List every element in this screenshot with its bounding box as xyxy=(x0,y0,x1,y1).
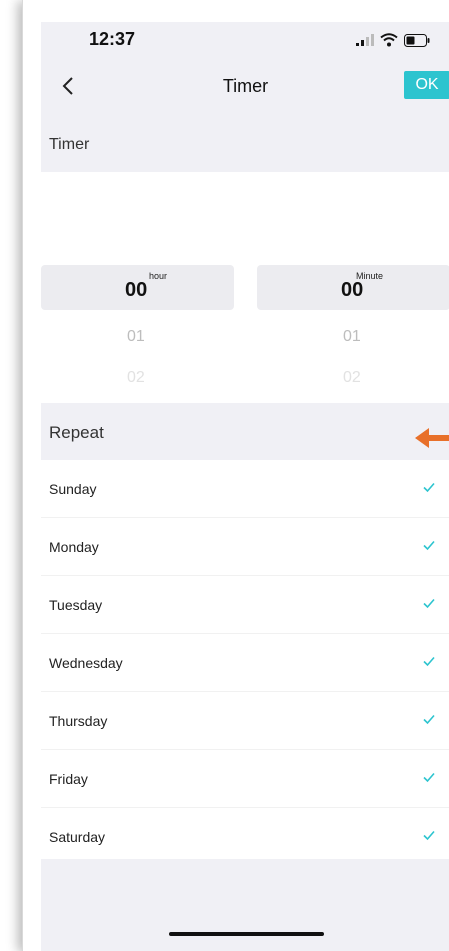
day-label: Sunday xyxy=(49,481,97,497)
day-row-monday[interactable]: Monday xyxy=(41,518,449,576)
hour-option-next[interactable]: 01 xyxy=(127,328,145,346)
phone-frame: 12:37 Timer OK Timer 00 hour 01 02 00 Mi… xyxy=(22,0,449,951)
day-label: Thursday xyxy=(49,713,108,729)
day-label: Tuesday xyxy=(49,597,103,613)
minute-option-next2[interactable]: 02 xyxy=(343,369,361,387)
status-bar: 12:37 xyxy=(41,22,449,62)
timer-section-header: Timer xyxy=(41,112,449,172)
day-row-saturday[interactable]: Saturday xyxy=(41,808,449,866)
hour-value: 00 xyxy=(125,279,148,301)
checkmark-icon xyxy=(423,656,435,667)
repeat-section-label: Repeat xyxy=(49,423,104,442)
hour-picker-selected[interactable]: 00 hour xyxy=(41,265,234,310)
minute-picker-selected[interactable]: 00 Minute xyxy=(257,265,449,310)
checkmark-icon xyxy=(423,482,435,493)
app-screen: 12:37 Timer OK Timer 00 hour 01 02 00 Mi… xyxy=(41,22,449,951)
day-label: Wednesday xyxy=(49,655,123,671)
checkmark-icon xyxy=(423,772,435,783)
day-row-tuesday[interactable]: Tuesday xyxy=(41,576,449,634)
minute-value: 00 xyxy=(341,279,364,301)
hour-option-next2[interactable]: 02 xyxy=(127,369,145,387)
day-label: Friday xyxy=(49,771,88,787)
navigation-bar: Timer OK xyxy=(41,62,449,112)
repeat-section-header: Repeat xyxy=(41,403,449,460)
battery-icon xyxy=(404,33,430,47)
wifi-icon xyxy=(380,33,398,47)
ok-button[interactable]: OK xyxy=(404,71,449,99)
checkmark-icon xyxy=(423,714,435,725)
home-indicator[interactable] xyxy=(169,932,324,936)
minute-unit-label: Minute xyxy=(356,271,384,281)
day-row-wednesday[interactable]: Wednesday xyxy=(41,634,449,692)
orange-arrow-annotation-icon xyxy=(415,428,449,448)
checkmark-icon xyxy=(423,598,435,609)
day-row-thursday[interactable]: Thursday xyxy=(41,692,449,750)
signal-icon xyxy=(356,34,374,46)
hour-unit-label: hour xyxy=(149,271,168,281)
page-title: Timer xyxy=(222,76,269,96)
day-row-sunday[interactable]: Sunday xyxy=(41,460,449,518)
repeat-day-list: Sunday Monday Tuesday Wednesday Thursday… xyxy=(41,460,449,866)
checkmark-icon xyxy=(423,540,435,551)
timer-section-label: Timer xyxy=(49,136,90,153)
day-row-friday[interactable]: Friday xyxy=(41,750,449,808)
bottom-area xyxy=(41,859,449,951)
day-label: Monday xyxy=(49,539,99,555)
status-icons xyxy=(356,32,430,48)
minute-option-next[interactable]: 01 xyxy=(343,328,361,346)
day-label: Saturday xyxy=(49,829,106,845)
status-time: 12:37 xyxy=(89,29,136,49)
checkmark-icon xyxy=(423,830,435,841)
